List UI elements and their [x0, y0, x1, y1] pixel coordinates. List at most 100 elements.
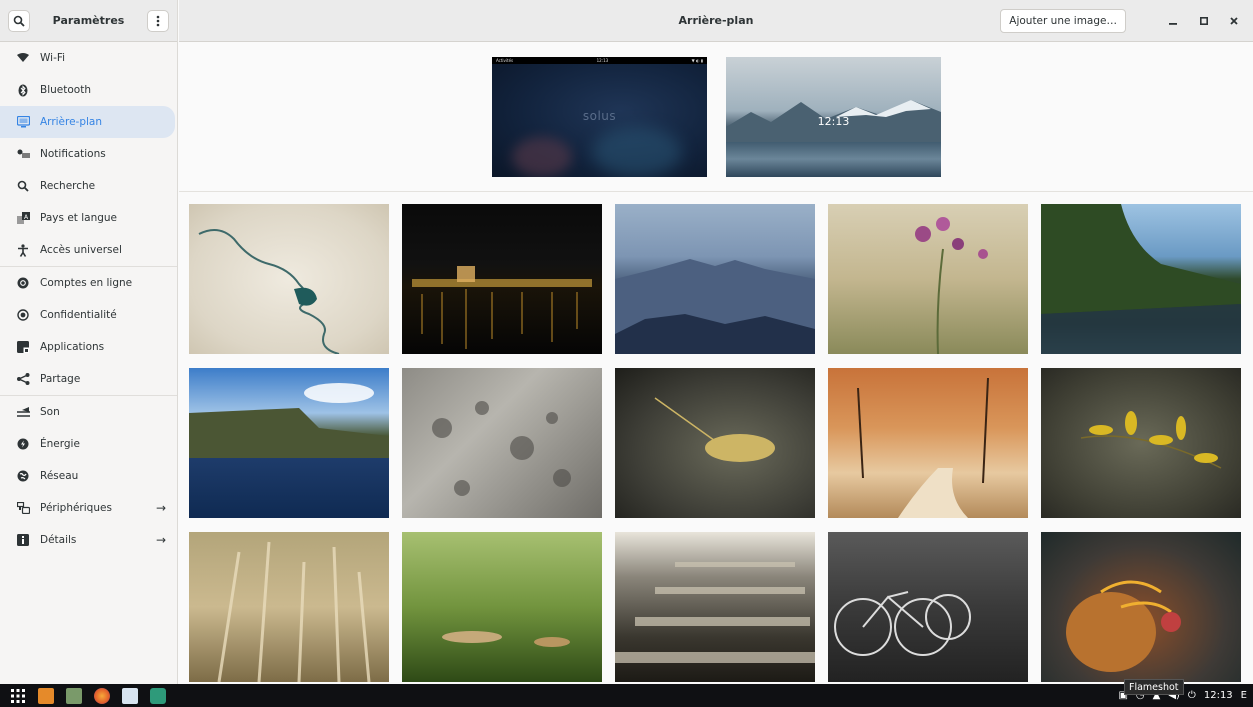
wallpaper-tile[interactable]: [402, 532, 602, 682]
sidebar-item-devices[interactable]: Périphériques →: [0, 492, 177, 524]
preview-status-icons: ▼ ◐ ▮: [691, 58, 703, 63]
wallpaper-tile[interactable]: [615, 532, 815, 682]
clock[interactable]: 12:13: [1204, 690, 1233, 701]
wallpaper-tile[interactable]: [189, 204, 389, 354]
sidebar-item-label: Partage: [40, 373, 81, 385]
railway-shape: [615, 562, 815, 663]
hermit-crab-shape: [1066, 580, 1181, 672]
wallpaper-tile[interactable]: [615, 368, 815, 518]
sidebar-item-label: Énergie: [40, 438, 80, 450]
wheat-shape: [217, 541, 371, 682]
river-shape: [198, 229, 340, 354]
sidebar-item-label: Bluetooth: [40, 84, 91, 96]
sidebar-item-applications[interactable]: Applications: [0, 331, 177, 363]
search-icon: [13, 15, 25, 27]
search-button[interactable]: [8, 9, 30, 32]
desktop-preview[interactable]: 12:13: [726, 57, 941, 177]
add-image-button[interactable]: Ajouter une image…: [1000, 9, 1126, 33]
share-icon: [16, 372, 30, 386]
sidebar-item-share[interactable]: Partage: [0, 363, 177, 395]
sidebar-item-label: Pays et langue: [40, 212, 118, 224]
wallpaper-tile[interactable]: [828, 204, 1028, 354]
kebab-menu-icon: [156, 15, 160, 26]
sidebar-item-label: Notifications: [40, 148, 106, 160]
sidebar-item-accessibility[interactable]: Accès universel: [0, 234, 177, 266]
sidebar-item-wifi[interactable]: Wi-Fi: [0, 42, 177, 74]
software-center-icon[interactable]: [38, 687, 54, 704]
power-tray-icon[interactable]: ⏻: [1188, 690, 1196, 701]
sidebar-item-language[interactable]: A Pays et langue: [0, 202, 177, 234]
wallpaper-tile[interactable]: [402, 204, 602, 354]
sidebar-item-label: Recherche: [40, 180, 96, 192]
sidebar-item-power[interactable]: Énergie: [0, 428, 177, 460]
sidebar-item-network[interactable]: Réseau: [0, 460, 177, 492]
maximize-icon: [1200, 17, 1208, 25]
text-editor-icon[interactable]: [122, 687, 138, 704]
wallpaper-tile[interactable]: [189, 368, 389, 518]
close-button[interactable]: [1225, 12, 1243, 30]
park-path-shape: [857, 377, 989, 518]
wallpaper-tile[interactable]: [1041, 368, 1241, 518]
sidebar-item-label: Détails: [40, 534, 77, 546]
privacy-icon: [16, 308, 30, 322]
wallpaper-tile[interactable]: [402, 368, 602, 518]
sidebar-title: Paramètres: [52, 14, 125, 27]
wifi-icon: [16, 51, 30, 65]
lock-screen-preview[interactable]: Activités 12:13 ▼ ◐ ▮ solus: [492, 57, 707, 177]
minimize-icon: [1169, 23, 1177, 25]
sound-icon: [16, 405, 30, 419]
sidebar-item-privacy[interactable]: Confidentialité: [0, 299, 177, 331]
sidebar-item-label: Comptes en ligne: [40, 277, 133, 289]
sidebar-item-label: Wi-Fi: [40, 52, 66, 64]
app-menu-button[interactable]: [10, 688, 26, 704]
wallpaper-tile[interactable]: [828, 368, 1028, 518]
sidebar-item-label: Accès universel: [40, 244, 122, 256]
search-icon: [16, 179, 30, 193]
app-grid-icon: [11, 688, 25, 703]
sidebar-item-label: Réseau: [40, 470, 79, 482]
wallpaper-tile[interactable]: [189, 532, 389, 682]
wallpaper-tile[interactable]: [828, 532, 1028, 682]
bluetooth-icon: [16, 83, 30, 97]
settings-window: Paramètres Wi-Fi Bluetooth Arrière-plan …: [0, 0, 1253, 684]
settings-app-icon[interactable]: [150, 687, 166, 704]
sidebar-item-details[interactable]: Détails →: [0, 524, 177, 556]
rock-texture-shape: [432, 401, 571, 496]
city-lights-shape: [412, 266, 592, 349]
arrow-right-icon: →: [155, 501, 167, 515]
menu-button[interactable]: [147, 9, 169, 32]
sidebar-item-label: Périphériques: [40, 502, 112, 514]
sidebar-item-label: Arrière-plan: [40, 116, 103, 128]
yellow-leaves-shape: [1080, 411, 1222, 469]
minimize-button[interactable]: [1164, 12, 1182, 30]
preview-topbar-time: 12:13: [596, 58, 609, 63]
sidebar-item-notifications[interactable]: Notifications: [0, 138, 177, 170]
preview-clock: 12:13: [817, 115, 850, 128]
sidebar-item-sound[interactable]: Son: [0, 396, 177, 428]
power-icon: [16, 437, 30, 451]
header-bar: Arrière-plan Ajouter une image…: [179, 0, 1253, 42]
devices-icon: [16, 501, 30, 515]
wallpaper-tile[interactable]: [615, 204, 815, 354]
notifications-icon: [16, 147, 30, 161]
sidebar-item-online-accounts[interactable]: Comptes en ligne: [0, 267, 177, 299]
sidebar-header: Paramètres: [0, 0, 177, 42]
taskbar: ▣ ◔ ▲ ◀) ⏻ 12:13 E: [0, 684, 1253, 707]
wallpaper-tile[interactable]: [1041, 204, 1241, 354]
arrow-right-icon: →: [155, 533, 167, 547]
sidebar-item-bluetooth[interactable]: Bluetooth: [0, 74, 177, 106]
sidebar-item-label: Son: [40, 406, 60, 418]
maximize-button[interactable]: [1195, 12, 1213, 30]
sidebar-nav: Wi-Fi Bluetooth Arrière-plan Notificatio…: [0, 42, 177, 556]
sidebar-item-background[interactable]: Arrière-plan: [0, 106, 175, 138]
flower-shape: [915, 217, 988, 354]
wallpaper-tile[interactable]: [1041, 532, 1241, 682]
bicycles-shape: [834, 591, 971, 656]
background-preview-area: Activités 12:13 ▼ ◐ ▮ solus 12:13: [179, 42, 1253, 192]
online-accounts-icon: [16, 276, 30, 290]
panel-menu-icon[interactable]: E: [1241, 690, 1247, 701]
sidebar-item-search[interactable]: Recherche: [0, 170, 177, 202]
firefox-icon[interactable]: [94, 687, 110, 704]
leaf-shape: [654, 397, 775, 462]
files-icon[interactable]: [66, 687, 82, 704]
